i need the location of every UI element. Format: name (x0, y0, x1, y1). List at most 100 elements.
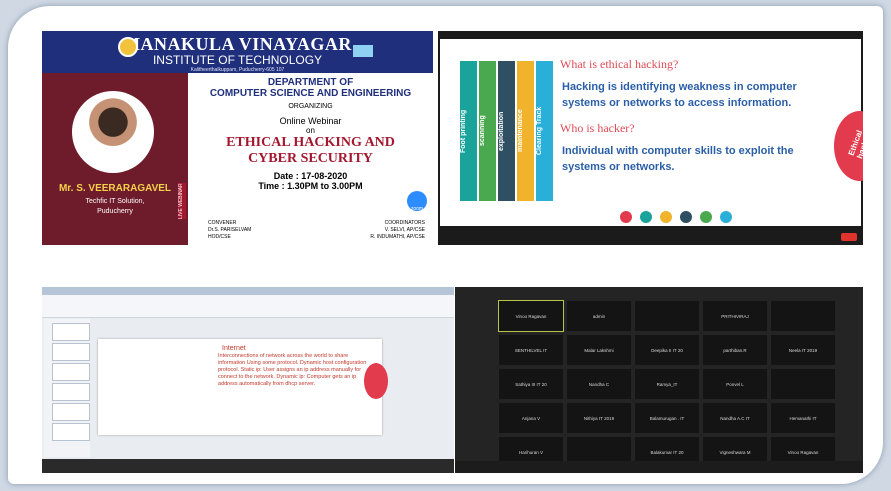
slide-canvas[interactable]: Internet Interconnections of network acr… (98, 339, 388, 435)
event-details: DEPARTMENT OF COMPUTER SCIENCE AND ENGIN… (188, 73, 433, 245)
powerpoint-window: Internet Interconnections of network acr… (42, 287, 454, 473)
event-date: Date : 17-08-2020 (273, 171, 348, 181)
phase-strip: Clearing Track (536, 61, 553, 201)
department-line1: DEPARTMENT OF (267, 77, 354, 88)
ethical-hacking-slide: Foot printing scanning exploitation mainten… (440, 39, 863, 226)
convener-label: CONVENER (208, 220, 237, 226)
zoom-screen-share: Foot printing scanning exploitation mainten… (438, 31, 863, 245)
slide-thumbnail[interactable] (52, 403, 90, 421)
speaker-org-line2: Puducherry (97, 208, 133, 215)
participant-tile[interactable] (771, 301, 835, 331)
on-label: on (306, 126, 315, 135)
participant-name: Hemanathi IT (789, 416, 817, 421)
participant-tile[interactable]: PRITHIVIRAJ (703, 301, 767, 331)
participant-tile[interactable] (635, 301, 699, 331)
participant-name: Ponvel L (726, 382, 744, 387)
slide-thumbnail[interactable] (52, 363, 90, 381)
participant-tile[interactable]: parthiban.R (703, 335, 767, 365)
participant-tile[interactable]: SENTHILVEL IT (499, 335, 563, 365)
participant-name: parthiban.R (723, 348, 747, 353)
participant-name: Neela IT 2019 (788, 348, 818, 353)
college-logo-icon (118, 37, 138, 57)
ribbon-toolbar[interactable] (42, 295, 454, 318)
institute-name: INSTITUTE OF TECHNOLOGY (152, 53, 323, 67)
participant-tile[interactable]: Ramya_IT (635, 369, 699, 399)
slide-heading: Internet (222, 345, 246, 352)
participant-tile[interactable]: Nithiya IT 2019 (567, 403, 631, 433)
department-line2: COMPUTER SCIENCE AND ENGINEERING (209, 88, 412, 99)
participant-tile[interactable]: Anjana V (499, 403, 563, 433)
participant-name: Vinoo Ragavan (787, 450, 819, 455)
zoom-control-bar[interactable] (42, 459, 454, 473)
slide-question-2: Who is hacker? (560, 121, 635, 135)
color-dot (640, 211, 652, 223)
participant-tile[interactable]: Ponvel L (703, 369, 767, 399)
webinar-poster: MANAKULA VINAYAGAR INSTITUTE OF TECHNOLO… (42, 31, 433, 245)
slide-answer-1: Hacking is identifying weakness in compu… (562, 81, 797, 109)
phase-strip: Foot printing (460, 61, 477, 201)
slide-thumbnail[interactable] (52, 423, 90, 441)
poster-header: MANAKULA VINAYAGAR INSTITUTE OF TECHNOLO… (42, 31, 433, 73)
phase-strip: scanning (479, 61, 496, 201)
slide-answer-2: Individual with computer skills to explo… (562, 145, 794, 173)
badge-label: Ethical hacking (846, 128, 863, 160)
coordinators-label: COORDINATORS (384, 220, 425, 226)
slide-body: Interconnections of network across the w… (218, 353, 367, 387)
participant-tile[interactable]: Malar Lakshmi (567, 335, 631, 365)
participant-tile[interactable]: admin (567, 301, 631, 331)
participant-name: Deepika II IT 20 (651, 348, 683, 353)
speaker-name: Mr. S. VEERARAGAVEL (58, 183, 172, 194)
convener-name: Dr.S. PARISELVAM (208, 227, 252, 233)
participant-name: SENTHILVEL IT (514, 348, 548, 353)
collage-frame: MANAKULA VINAYAGAR INSTITUTE OF TECHNOLO… (8, 6, 883, 484)
phase-strip: exploitation (498, 61, 515, 201)
accreditation-badge-icon (353, 45, 373, 57)
participant-name: Anjana V (521, 416, 541, 421)
participant-name: Nandha A.C IT (720, 416, 750, 421)
participant-tile[interactable]: Neela IT 2019 (771, 335, 835, 365)
participant-name: Balakumar IT 20 (650, 450, 684, 455)
slide-thumbnail[interactable] (52, 383, 90, 401)
participant-name: Nandha C (588, 382, 610, 387)
taskbar[interactable] (455, 461, 863, 473)
ethical-hacking-badge: Ethical hacking (834, 111, 863, 181)
organizing-label: ORGANIZING (288, 103, 333, 110)
participant-name: Vinoo Ragavan (515, 314, 547, 319)
color-dot (660, 211, 672, 223)
participant-tile[interactable]: Vinoo Ragavan (498, 300, 564, 332)
participant-name: Harihuran V (518, 450, 543, 455)
color-dot (720, 211, 732, 223)
color-dot (700, 211, 712, 223)
window-title-bar[interactable] (42, 287, 454, 295)
participant-tile[interactable]: Hemanathi IT (771, 403, 835, 433)
speaker-org: Techfic IT Solution, Puducherry (46, 197, 184, 217)
slide-thumbnails-pane[interactable] (44, 319, 90, 457)
participant-tile[interactable]: Deepika II IT 20 (635, 335, 699, 365)
coordinator-2: R. INDUMATHI, AP/CSE (370, 234, 425, 240)
participant-tile[interactable]: Balamurugan . IT (635, 403, 699, 433)
color-dot (620, 211, 632, 223)
participant-name: Nithiya IT 2019 (583, 416, 615, 421)
slide-badge-shape (364, 363, 388, 399)
participant-tile[interactable] (771, 369, 835, 399)
coordinator-1: V. SELVI, AP/CSE (384, 227, 425, 233)
participant-name: Malar Lakshmi (584, 348, 614, 353)
speaker-avatar (72, 91, 154, 173)
end-meeting-button[interactable] (841, 233, 857, 241)
convener-block: CONVENER Dr.S. PARISELVAM HOD/CSE (208, 220, 251, 241)
event-type: Online Webinar (279, 116, 342, 126)
participant-name: Balamurugan . IT (649, 416, 685, 421)
participant-tile[interactable]: Nandha A.C IT (703, 403, 767, 433)
coordinators-block: COORDINATORS V. SELVI, AP/CSE R. INDUMAT… (370, 220, 425, 241)
event-title-line1: ETHICAL HACKING AND (226, 135, 395, 150)
phase-strip: maintenance (517, 61, 534, 201)
live-webinar-tag: LIVE WEBINAR (178, 183, 186, 219)
participant-tile[interactable]: Sathiya III IT 20 (499, 369, 563, 399)
participant-tile[interactable]: Nandha C (567, 369, 631, 399)
slide-thumbnail[interactable] (52, 323, 90, 341)
color-dot (680, 211, 692, 223)
slide-thumbnail[interactable] (52, 343, 90, 361)
participant-name: Sathiya III IT 20 (515, 382, 547, 387)
speaker-org-line1: Techfic IT Solution, (85, 198, 145, 205)
zoom-control-bar[interactable] (438, 226, 863, 245)
